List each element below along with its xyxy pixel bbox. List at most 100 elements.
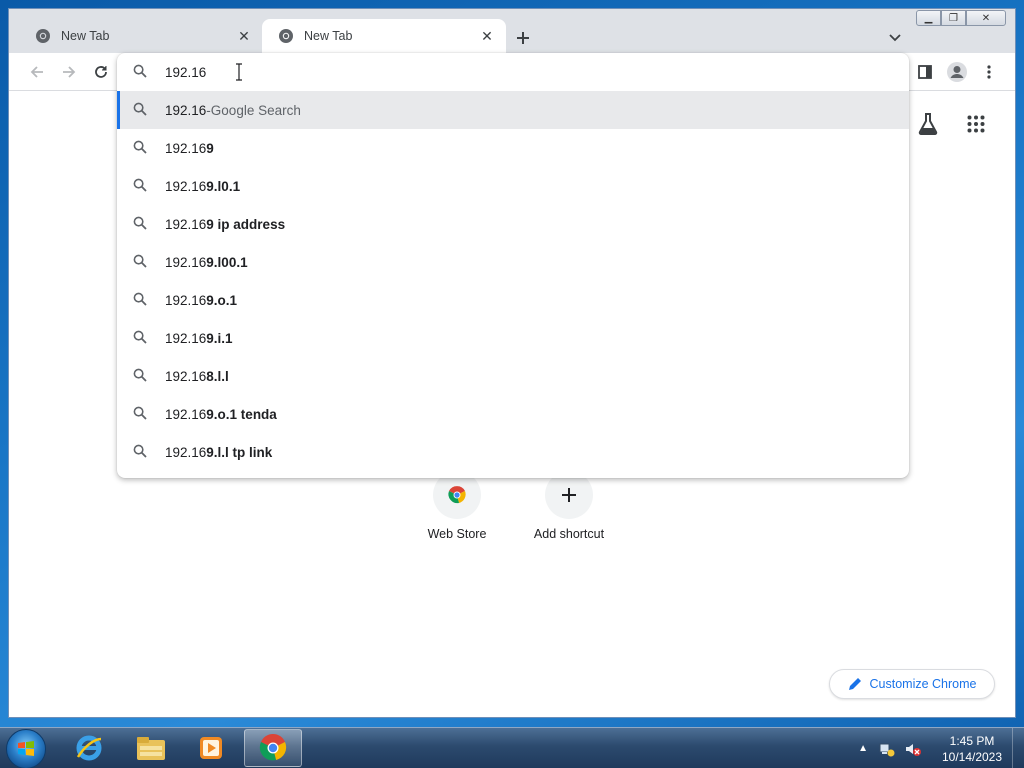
volume-muted-icon[interactable]	[904, 741, 922, 757]
shortcut-web-store[interactable]: Web Store	[407, 471, 507, 541]
avatar-icon	[947, 62, 967, 82]
suggestion-item[interactable]: 192.16 9.l0.1	[117, 167, 909, 205]
reload-button[interactable]	[89, 60, 113, 84]
back-arrow-icon	[30, 66, 43, 78]
search-icon	[133, 64, 147, 81]
close-tab-icon[interactable]: ✕	[478, 27, 496, 45]
plus-icon	[517, 32, 529, 44]
chrome-favicon-icon	[278, 28, 294, 44]
file-explorer-icon	[137, 737, 165, 760]
suggestion-completion: 9.l00.1	[206, 254, 248, 270]
show-desktop-button[interactable]	[1012, 728, 1024, 768]
suggestion-engine: Google Search	[210, 102, 301, 118]
suggestion-completion: 9.o.1 tenda	[206, 406, 277, 422]
suggestion-typed-text: 192.16	[165, 102, 207, 118]
forward-arrow-icon	[63, 66, 76, 78]
browser-window: New Tab ✕ New Tab ✕ 192.16 192.16 - Goog…	[8, 8, 1016, 718]
taskbar-media-player[interactable]	[182, 729, 240, 767]
tab-new-tab-2[interactable]: New Tab ✕	[262, 19, 506, 53]
tab-title: New Tab	[304, 29, 353, 43]
search-icon	[133, 368, 147, 385]
tab-new-tab-1[interactable]: New Tab ✕	[19, 19, 263, 53]
suggestion-typed-text: 192.16	[165, 254, 207, 270]
suggestion-completion: 9.o.1	[206, 292, 238, 308]
show-hidden-icons-icon[interactable]: ▲	[858, 743, 868, 754]
chevron-down-icon	[889, 34, 901, 42]
search-icon	[133, 330, 147, 347]
suggestion-item[interactable]: 192.16 8.l.l	[117, 357, 909, 395]
search-icon	[133, 102, 147, 119]
suggestion-typed-text: 192.16	[165, 444, 207, 460]
suggestion-completion: 9 ip address	[206, 216, 286, 232]
media-player-icon	[200, 737, 222, 759]
taskbar-internet-explorer[interactable]	[60, 729, 118, 767]
labs-flask-icon[interactable]	[915, 111, 941, 137]
apps-grid-icon[interactable]	[963, 111, 989, 137]
suggestion-typed-text: 192.16	[165, 140, 207, 156]
suggestion-item[interactable]: 192.16 9.o.1	[117, 281, 909, 319]
search-icon	[133, 140, 147, 157]
chrome-web-store-icon	[433, 471, 481, 519]
network-icon[interactable]	[878, 741, 896, 757]
customize-chrome-button[interactable]: Customize Chrome	[829, 669, 995, 699]
side-panel-button[interactable]	[913, 60, 937, 84]
close-window-button[interactable]: ✕	[966, 10, 1006, 26]
window-controls: ▁ ❐ ✕	[916, 10, 1006, 26]
text-cursor-icon	[236, 63, 242, 81]
search-icon	[133, 216, 147, 233]
search-icon	[133, 444, 147, 461]
tab-strip: New Tab ✕ New Tab ✕	[9, 9, 1015, 53]
start-button[interactable]	[6, 729, 46, 768]
taskbar-clock[interactable]: 1:45 PM 10/14/2023	[934, 733, 1010, 765]
close-tab-icon[interactable]: ✕	[235, 27, 253, 45]
search-icon	[133, 406, 147, 423]
customize-chrome-label: Customize Chrome	[869, 677, 977, 691]
shortcut-label: Add shortcut	[533, 527, 605, 541]
forward-button[interactable]	[57, 60, 81, 84]
taskbar-file-explorer[interactable]	[122, 729, 180, 767]
suggestion-item[interactable]: 192.16 9.i.1	[117, 319, 909, 357]
suggestion-item[interactable]: 192.16 9.l00.1	[117, 243, 909, 281]
plus-icon	[545, 471, 593, 519]
suggestion-completion: 9.l0.1	[206, 178, 241, 194]
restore-button[interactable]: ❐	[941, 10, 966, 26]
suggestion-item[interactable]: 192.16 9.l.l tp link	[117, 433, 909, 471]
side-panel-icon	[918, 65, 932, 79]
shortcut-add[interactable]: Add shortcut	[519, 471, 619, 541]
suggestion-item[interactable]: 192.16 - Google Search	[117, 91, 909, 129]
kebab-menu-icon	[987, 65, 991, 79]
chrome-favicon-icon	[35, 28, 51, 44]
internet-explorer-icon	[76, 735, 102, 761]
new-tab-button[interactable]	[511, 26, 535, 50]
suggestion-item[interactable]: 192.16 9 ip address	[117, 205, 909, 243]
suggestion-completion: 9	[206, 140, 214, 156]
search-icon	[133, 292, 147, 309]
chrome-icon	[259, 734, 287, 761]
profile-button[interactable]	[945, 60, 969, 84]
taskbar: ▲ 1:45 PM 10/14/2023	[0, 727, 1024, 768]
shortcut-label: Web Store	[427, 527, 487, 541]
suggestion-list: 192.16 - Google Search 192.16 9 192.16 9.l…	[117, 91, 909, 471]
suggestion-completion: 9.i.1	[206, 330, 233, 346]
suggestion-item[interactable]: 192.16 9	[117, 129, 909, 167]
omnibox-dropdown: 192.16 - Google Search 192.169 192.169.l…	[117, 53, 909, 478]
suggestion-completion: 9.l.l tp link	[206, 444, 273, 460]
suggestion-typed-text: 192.16	[165, 330, 207, 346]
minimize-button[interactable]: ▁	[916, 10, 941, 26]
search-icon	[133, 178, 147, 195]
suggestion-typed-text: 192.16	[165, 216, 207, 232]
suggestion-typed-text: 192.16	[165, 406, 207, 422]
suggestion-completion: 8.l.l	[206, 368, 229, 384]
address-bar-input[interactable]	[165, 64, 765, 80]
system-tray: ▲ 1:45 PM 10/14/2023	[858, 728, 1024, 768]
tab-search-button[interactable]	[885, 28, 905, 48]
search-icon	[133, 254, 147, 271]
pencil-icon	[848, 678, 861, 690]
suggestion-item[interactable]: 192.16 9.o.1 tenda	[117, 395, 909, 433]
back-button[interactable]	[25, 60, 49, 84]
reload-icon	[95, 66, 107, 78]
suggestion-typed-text: 192.16	[165, 178, 207, 194]
windows-logo-icon	[18, 741, 34, 756]
taskbar-chrome[interactable]	[244, 729, 302, 767]
menu-button[interactable]	[977, 60, 1001, 84]
